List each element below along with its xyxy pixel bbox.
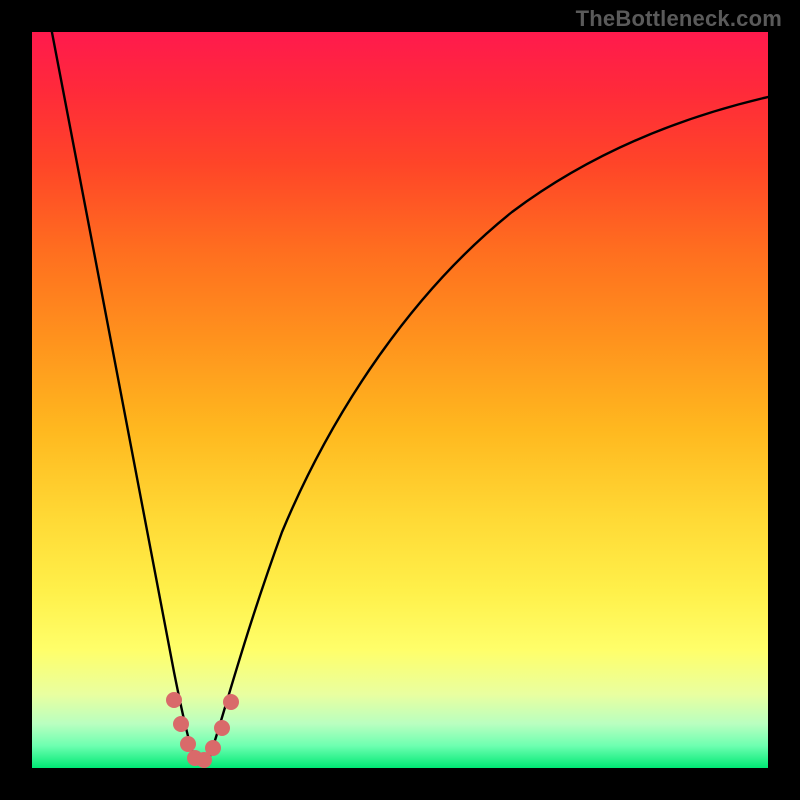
marker-dot: [166, 692, 182, 708]
watermark-text: TheBottleneck.com: [576, 6, 782, 32]
marker-dot: [180, 736, 196, 752]
chart-svg: [32, 32, 768, 768]
right-branch-line: [208, 97, 768, 762]
marker-dot: [173, 716, 189, 732]
marker-dot: [214, 720, 230, 736]
marker-dot: [223, 694, 239, 710]
curve-layer: [50, 32, 768, 765]
plot-area: [32, 32, 768, 768]
left-branch-line: [50, 32, 196, 762]
chart-frame: TheBottleneck.com: [0, 0, 800, 800]
marker-dot: [205, 740, 221, 756]
marker-layer: [166, 692, 239, 768]
